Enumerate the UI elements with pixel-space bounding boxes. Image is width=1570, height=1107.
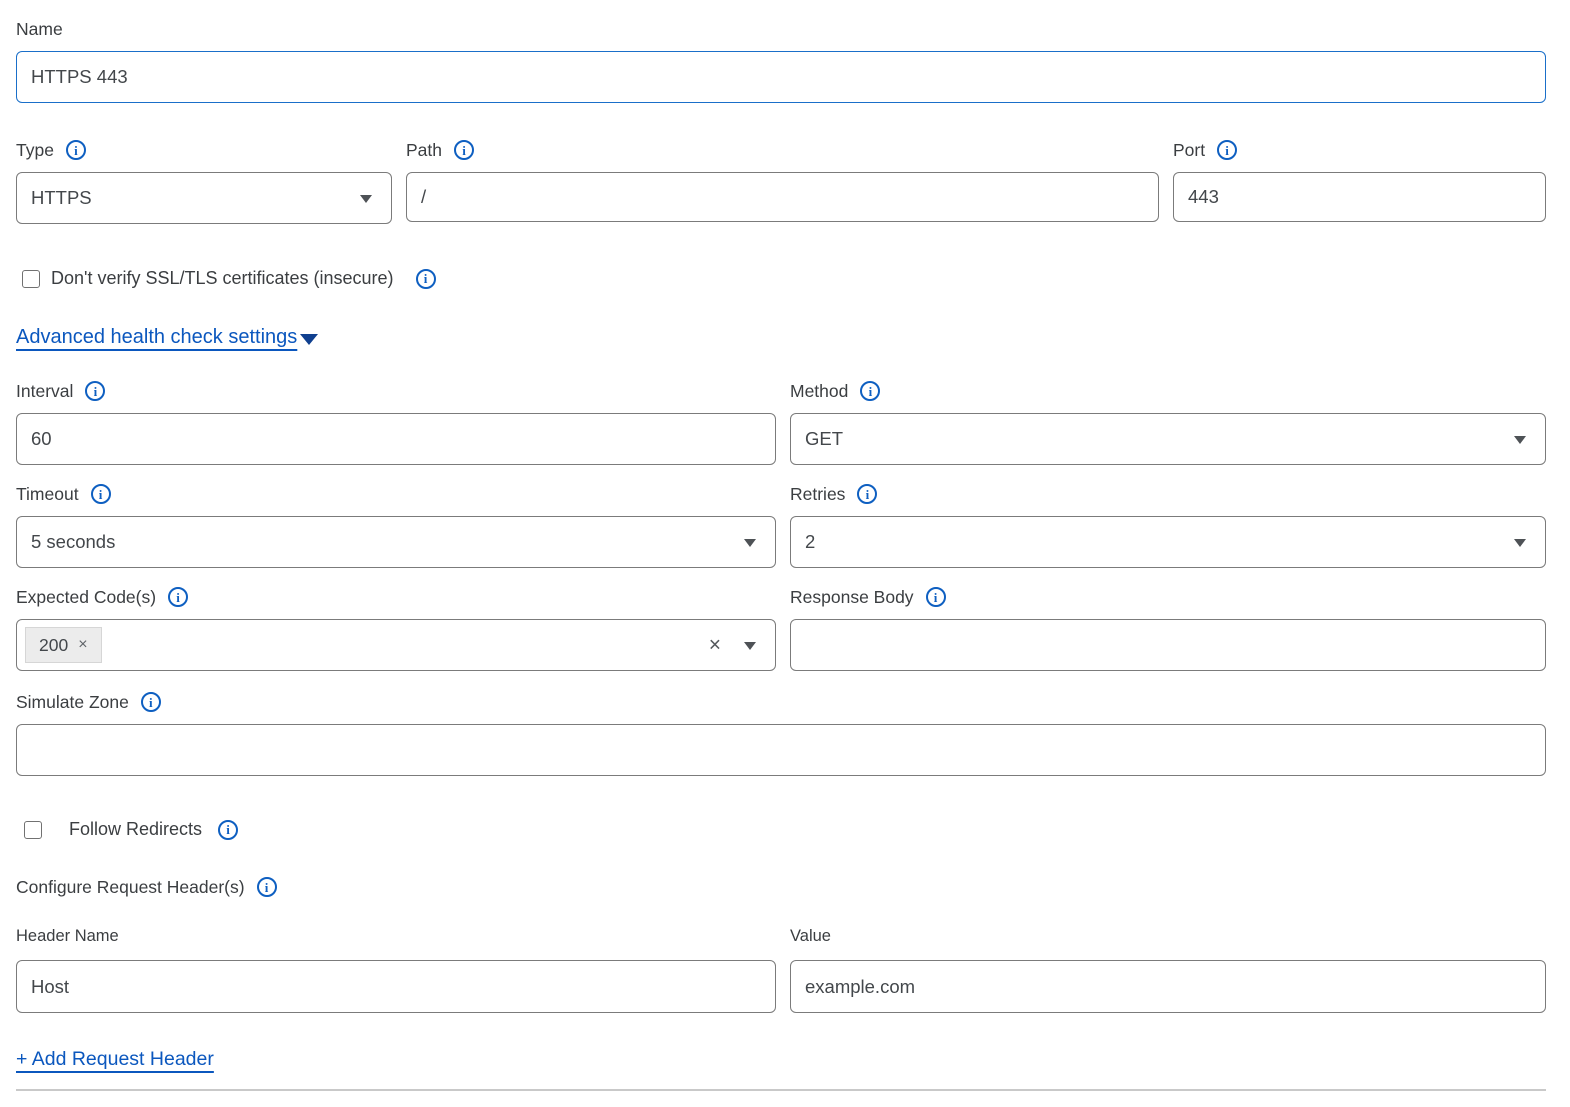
timeout-select-value: 5 seconds [31, 531, 115, 553]
timeout-select[interactable]: 5 seconds [16, 516, 776, 568]
response-body-label: Response Body [790, 586, 1546, 608]
follow-redirects-checkbox[interactable] [24, 821, 42, 839]
header-value-column-label-text: Value [790, 927, 831, 946]
request-headers-section-label: Configure Request Header(s) [16, 876, 1546, 898]
request-headers-section-label-text: Configure Request Header(s) [16, 877, 245, 898]
type-select[interactable]: HTTPS [16, 172, 392, 224]
clear-all-icon[interactable] [709, 635, 721, 656]
response-body-label-text: Response Body [790, 587, 914, 608]
remove-chip-icon[interactable] [78, 637, 87, 653]
port-field: Port [1173, 139, 1546, 224]
method-field: Method GET [790, 380, 1546, 465]
retries-info-icon[interactable] [857, 484, 877, 504]
expected-code-chip-text: 200 [39, 635, 68, 656]
type-label-text: Type [16, 140, 54, 161]
simulate-zone-info-icon[interactable] [141, 692, 161, 712]
name-label-text: Name [16, 19, 63, 40]
response-body-field: Response Body [790, 586, 1546, 671]
expected-codes-field: Expected Code(s) 200 [16, 586, 776, 671]
expected-codes-info-icon[interactable] [168, 587, 188, 607]
interval-input[interactable] [16, 413, 776, 465]
section-divider [16, 1089, 1546, 1091]
method-select-value: GET [805, 428, 843, 450]
header-name-input[interactable] [16, 960, 776, 1013]
type-info-icon[interactable] [66, 140, 86, 160]
header-value-input[interactable] [790, 960, 1546, 1013]
triangle-down-icon [300, 334, 318, 345]
header-value-field: Value [790, 926, 1546, 1013]
retries-label: Retries [790, 483, 1546, 505]
path-info-icon[interactable] [454, 140, 474, 160]
add-request-header-link[interactable]: + Add Request Header [16, 1048, 214, 1070]
advanced-settings-link[interactable]: Advanced health check settings [16, 326, 318, 349]
timeout-field: Timeout 5 seconds [16, 483, 776, 568]
header-value-column-label: Value [790, 926, 1546, 946]
header-name-column-label-text: Header Name [16, 927, 119, 946]
port-info-icon[interactable] [1217, 140, 1237, 160]
timeout-info-icon[interactable] [91, 484, 111, 504]
method-select[interactable]: GET [790, 413, 1546, 465]
interval-info-icon[interactable] [85, 381, 105, 401]
advanced-settings-link-text[interactable]: Advanced health check settings [16, 326, 297, 349]
follow-redirects-info-icon[interactable] [218, 820, 238, 840]
ssl-verify-label: Don't verify SSL/TLS certificates (insec… [51, 268, 394, 289]
response-body-input[interactable] [790, 619, 1546, 671]
timeout-label-text: Timeout [16, 484, 79, 505]
chevron-down-icon [744, 539, 756, 547]
method-label-text: Method [790, 381, 848, 402]
chevron-down-icon [1514, 436, 1526, 444]
method-info-icon[interactable] [860, 381, 880, 401]
path-label: Path [406, 139, 1159, 161]
retries-field: Retries 2 [790, 483, 1546, 568]
header-name-column-label: Header Name [16, 926, 776, 946]
timeout-label: Timeout [16, 483, 776, 505]
path-input[interactable] [406, 172, 1159, 222]
expected-codes-label-text: Expected Code(s) [16, 587, 156, 608]
type-label: Type [16, 139, 392, 161]
interval-label-text: Interval [16, 381, 73, 402]
expected-codes-label: Expected Code(s) [16, 586, 776, 608]
simulate-zone-label-text: Simulate Zone [16, 692, 129, 713]
simulate-zone-label: Simulate Zone [16, 691, 1546, 713]
expected-codes-multiselect[interactable]: 200 [16, 619, 776, 671]
follow-redirects-label: Follow Redirects [69, 819, 202, 840]
port-label-text: Port [1173, 140, 1205, 161]
ssl-verify-info-icon[interactable] [416, 269, 436, 289]
port-label: Port [1173, 139, 1546, 161]
health-check-form: Name Type HTTPS Path Port [16, 0, 1546, 1091]
name-label: Name [16, 18, 1546, 40]
retries-select[interactable]: 2 [790, 516, 1546, 568]
chevron-down-icon[interactable] [744, 642, 756, 650]
header-name-field: Header Name [16, 926, 776, 1013]
type-select-value: HTTPS [31, 187, 92, 209]
chevron-down-icon [360, 195, 372, 203]
retries-label-text: Retries [790, 484, 845, 505]
retries-select-value: 2 [805, 531, 815, 553]
request-headers-info-icon[interactable] [257, 877, 277, 897]
method-label: Method [790, 380, 1546, 402]
name-input[interactable] [16, 51, 1546, 103]
port-input[interactable] [1173, 172, 1546, 222]
chevron-down-icon [1514, 539, 1526, 547]
ssl-verify-checkbox[interactable] [22, 270, 40, 288]
path-field: Path [406, 139, 1159, 224]
interval-field: Interval [16, 380, 776, 465]
expected-code-chip: 200 [25, 627, 102, 663]
path-label-text: Path [406, 140, 442, 161]
response-body-info-icon[interactable] [926, 587, 946, 607]
type-field: Type HTTPS [16, 139, 392, 224]
interval-label: Interval [16, 380, 776, 402]
request-header-row: Header Name Value [16, 926, 1546, 1013]
simulate-zone-input[interactable] [16, 724, 1546, 776]
